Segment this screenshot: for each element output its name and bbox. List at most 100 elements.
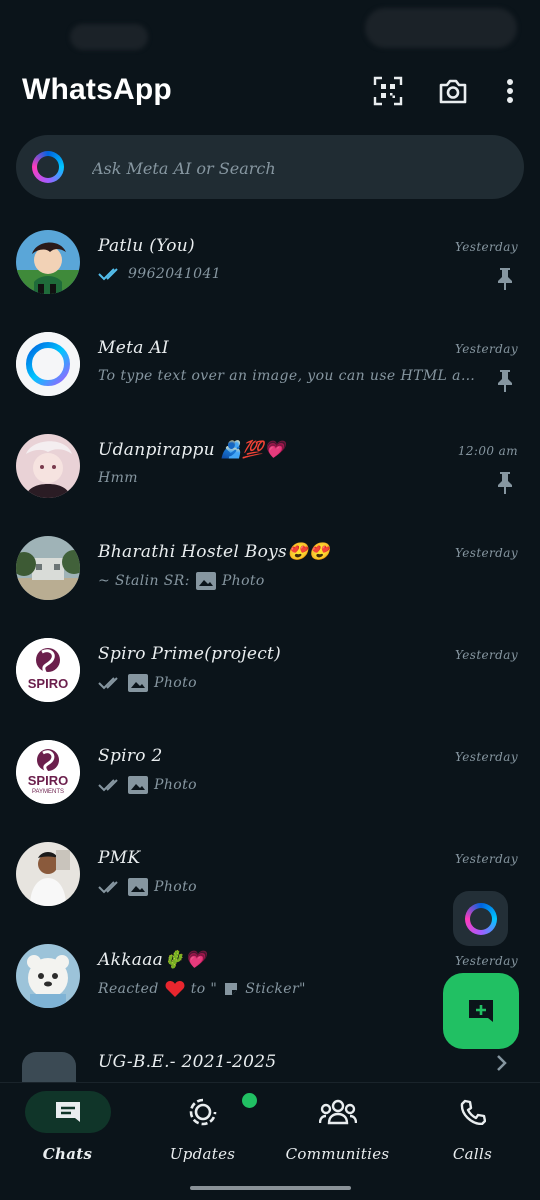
- chat-row-spiro-prime[interactable]: SPIRO Spiro Prime(project) Yesterday Pho…: [0, 620, 540, 722]
- nav-calls[interactable]: Calls: [405, 1087, 540, 1177]
- chat-preview: 9962041041: [98, 266, 483, 282]
- avatar: [16, 842, 80, 906]
- app-title: WhatsApp: [22, 73, 172, 106]
- chat-time: 12:00 am: [457, 444, 518, 458]
- qr-scanner-icon[interactable]: [371, 74, 405, 108]
- chat-time: Yesterday: [454, 954, 518, 968]
- chat-preview-middle: to ": [190, 981, 218, 997]
- home-indicator: [190, 1186, 351, 1190]
- chat-preview-text: Photo: [154, 675, 197, 691]
- chat-preview-text: Hmm: [98, 470, 138, 486]
- chat-name: Akkaaa🌵💗: [98, 950, 207, 970]
- chat-preview: Photo: [98, 674, 483, 692]
- chat-name: Spiro Prime(project): [98, 644, 282, 664]
- chat-name: Spiro 2: [98, 746, 163, 766]
- chat-preview: Reacted to " Sticker": [98, 980, 483, 998]
- spiro-avatar: SPIRO: [16, 638, 80, 702]
- chat-preview: To type text over an image, you can use …: [98, 368, 483, 384]
- group-avatar: [16, 536, 80, 600]
- updates-icon: [189, 1098, 216, 1126]
- chat-row-meta-ai[interactable]: Meta AI Yesterday To type text over an i…: [0, 314, 540, 416]
- chat-time: Yesterday: [454, 342, 518, 356]
- chat-preview-sender: ~ Stalin SR:: [98, 573, 190, 589]
- communities-icon-wrap: [295, 1091, 381, 1133]
- meta-ai-icon: [464, 902, 497, 935]
- nav-chats[interactable]: Chats: [0, 1087, 135, 1177]
- chat-name: Meta AI: [98, 338, 169, 358]
- chat-preview-text: Photo: [154, 879, 197, 895]
- chat-name: Udanpirappu 🫂💯💗: [98, 440, 285, 460]
- communities-icon: [318, 1099, 357, 1125]
- sticker-icon: [225, 983, 238, 995]
- pin-icon: [498, 370, 512, 392]
- chat-time: Yesterday: [454, 546, 518, 560]
- photo-icon: [128, 878, 148, 896]
- new-chat-icon: [469, 1000, 493, 1022]
- updates-badge-dot: [241, 1093, 257, 1108]
- chat-preview: Photo: [98, 878, 483, 896]
- heart-icon: [165, 981, 185, 997]
- chat-name: Patlu (You): [98, 236, 195, 256]
- chat-row-patlu[interactable]: Patlu (You) Yesterday 9962041041: [0, 212, 540, 314]
- chat-time: Yesterday: [454, 750, 518, 764]
- group-avatar: [22, 1052, 76, 1082]
- nav-communities[interactable]: Communities: [270, 1087, 405, 1177]
- chat-preview: Photo: [98, 776, 483, 794]
- photo-icon: [195, 572, 216, 590]
- chats-icon-wrap: [24, 1091, 111, 1133]
- chat-time: Yesterday: [454, 852, 518, 866]
- camera-icon[interactable]: [436, 74, 470, 108]
- spiro-logo-text: SPIRO: [27, 676, 69, 691]
- nav-label: Communities: [285, 1145, 390, 1163]
- avatar: [16, 434, 80, 498]
- chat-preview-text: To type text over an image, you can use …: [98, 368, 483, 384]
- chat-preview: ~ Stalin SR: Photo: [98, 572, 483, 590]
- status-bar-left-blurred: [70, 24, 148, 50]
- photo-icon: [128, 674, 148, 692]
- chat-preview-prefix: Reacted: [98, 981, 159, 997]
- search-input[interactable]: [92, 155, 502, 181]
- pin-icon: [498, 268, 512, 290]
- avatar: [16, 944, 80, 1008]
- search-bar[interactable]: [16, 135, 524, 199]
- photo-icon: [128, 776, 148, 794]
- more-vertical-icon[interactable]: [494, 74, 526, 108]
- spiro-payments-avatar: SPIRO PAYMENTS: [16, 740, 80, 804]
- app-header: WhatsApp: [0, 60, 540, 124]
- pin-icon: [498, 472, 512, 494]
- meta-ai-icon: [32, 151, 64, 183]
- meta-ai-avatar: [16, 332, 80, 396]
- chat-time: Yesterday: [454, 648, 518, 662]
- chat-preview-text: Photo: [221, 573, 265, 589]
- chat-preview-text: Photo: [154, 777, 197, 793]
- double-tick-icon: [98, 677, 118, 690]
- double-tick-read-icon: [98, 268, 118, 281]
- double-tick-icon: [98, 881, 118, 894]
- bottom-navigation: Chats Updates Communities Calls: [0, 1082, 540, 1200]
- double-tick-icon: [98, 779, 118, 792]
- avatar: [16, 230, 80, 294]
- chats-icon: [55, 1102, 80, 1122]
- nav-label: Calls: [452, 1145, 493, 1163]
- chat-preview: Hmm: [98, 470, 483, 486]
- chat-list: Patlu (You) Yesterday 9962041041 Meta AI…: [0, 212, 540, 1082]
- spiro-logo-text: SPIRO: [27, 773, 69, 788]
- new-chat-button[interactable]: [443, 973, 519, 1049]
- chat-row-udanpirappu[interactable]: Udanpirappu 🫂💯💗 12:00 am Hmm: [0, 416, 540, 518]
- meta-ai-fab[interactable]: [453, 891, 508, 946]
- chat-preview-text: 9962041041: [128, 266, 222, 282]
- chat-name: UG-B.E.- 2021-2025: [98, 1052, 277, 1072]
- status-bar-right-blurred: [365, 8, 517, 48]
- chat-name: PMK: [98, 848, 141, 868]
- nav-label: Updates: [169, 1145, 236, 1163]
- chat-name: Bharathi Hostel Boys😍😍: [98, 542, 330, 562]
- chat-time: Yesterday: [454, 240, 518, 254]
- chat-row-spiro-2[interactable]: SPIRO PAYMENTS Spiro 2 Yesterday Photo: [0, 722, 540, 824]
- nav-label: Chats: [42, 1145, 93, 1163]
- calls-icon-wrap: [430, 1091, 516, 1133]
- nav-updates[interactable]: Updates: [135, 1087, 270, 1177]
- chat-row-bharathi-hostel-boys[interactable]: Bharathi Hostel Boys😍😍 Yesterday ~ Stali…: [0, 518, 540, 620]
- chevron-right-icon[interactable]: [496, 1054, 508, 1072]
- updates-icon-wrap: [160, 1091, 257, 1133]
- spiro-payments-text: PAYMENTS: [31, 789, 65, 795]
